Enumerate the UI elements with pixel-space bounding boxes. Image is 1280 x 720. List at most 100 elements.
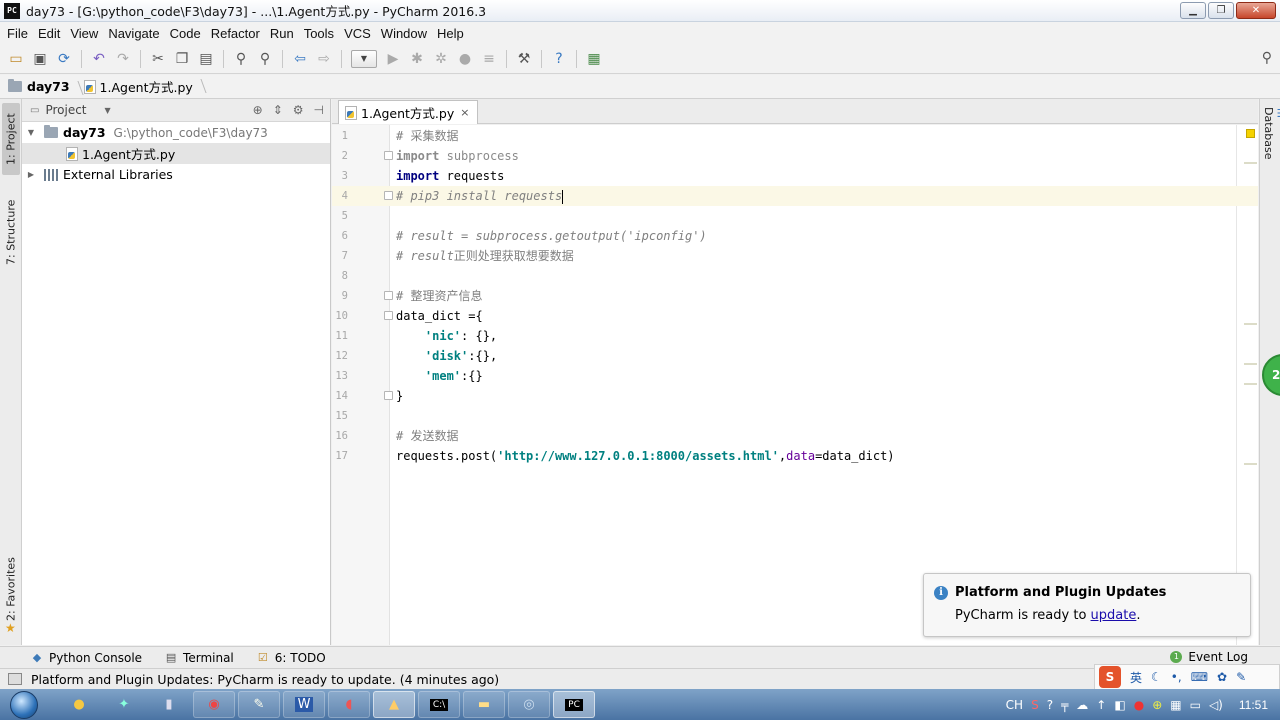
chevron-right-icon[interactable]: ▶	[24, 170, 38, 179]
ime-mode[interactable]: 英	[1130, 669, 1142, 686]
redo-icon[interactable]: ↷	[113, 49, 133, 69]
forward-icon[interactable]: ⇨	[314, 49, 334, 69]
breadcrumb-file[interactable]: 1.Agent方式.py	[83, 77, 207, 96]
search-everywhere-icon[interactable]: ⚲	[1262, 50, 1272, 66]
skin-icon[interactable]: ✿	[1217, 670, 1227, 684]
tab-agent-file[interactable]: 1.Agent方式.py ×	[338, 100, 479, 124]
tab-event-log[interactable]: 1 Event Log	[1170, 650, 1248, 664]
error-stripe-marker[interactable]	[1244, 383, 1257, 385]
copy-icon[interactable]: ❐	[172, 49, 192, 69]
start-button[interactable]	[0, 689, 48, 720]
tab-todo[interactable]: ☑ 6: TODO	[250, 651, 332, 665]
taskbar-app[interactable]: ◖	[328, 691, 370, 718]
tab-project[interactable]: 1: Project	[2, 103, 20, 175]
error-stripe-marker[interactable]	[1244, 323, 1257, 325]
fold-marker[interactable]	[384, 191, 393, 200]
volume-icon[interactable]: ◁)	[1209, 698, 1223, 712]
collapse-icon[interactable]: ⇕	[273, 103, 283, 117]
breadcrumb-project[interactable]: day73	[8, 79, 84, 94]
undo-icon[interactable]: ↶	[89, 49, 109, 69]
network-icon[interactable]: ▦	[1170, 698, 1181, 712]
keyboard-icon[interactable]: ⌨	[1191, 670, 1208, 684]
tree-file[interactable]: 1.Agent方式.py	[22, 143, 330, 164]
tab-structure[interactable]: 7: Structure	[2, 191, 20, 273]
back-icon[interactable]: ⇦	[290, 49, 310, 69]
help-tray-icon[interactable]: ?	[1047, 698, 1053, 712]
taskbar-notepad[interactable]: ✎	[238, 691, 280, 718]
error-stripe-marker[interactable]	[1244, 162, 1257, 164]
open-folder-icon[interactable]: ▭	[6, 49, 26, 69]
tasks-icon[interactable]: ≡	[479, 49, 499, 69]
run-icon[interactable]: ▶	[383, 49, 403, 69]
update-notification[interactable]: i Platform and Plugin Updates PyCharm is…	[923, 573, 1251, 637]
menu-vcs[interactable]: VCS	[339, 26, 376, 41]
help-icon[interactable]: ?	[549, 49, 569, 69]
replace-icon[interactable]: ⚲	[255, 49, 275, 69]
clock[interactable]: 11:51	[1239, 698, 1268, 712]
tab-database[interactable]: ☰ Database	[1262, 107, 1280, 160]
gear-icon[interactable]: ⚙	[293, 103, 304, 117]
taskbar-app[interactable]: ▮	[148, 691, 190, 718]
taskbar-app[interactable]: ◎	[508, 691, 550, 718]
coverage-icon[interactable]: ✲	[431, 49, 451, 69]
error-stripe-marker[interactable]	[1244, 363, 1257, 365]
chevron-down-icon[interactable]: ▼	[24, 128, 38, 137]
tab-favorites[interactable]: 2: Favorites	[2, 549, 20, 629]
project-panel-title[interactable]: Project	[45, 103, 86, 117]
moon-icon[interactable]: ☾	[1151, 670, 1162, 684]
menu-file[interactable]: File	[2, 26, 33, 41]
tab-python-console[interactable]: ◆ Python Console	[24, 651, 148, 665]
inspection-warning-icon[interactable]	[1246, 129, 1255, 138]
tab-terminal[interactable]: ▤ Terminal	[158, 651, 240, 665]
sogou-ime-logo[interactable]: S	[1099, 666, 1121, 688]
taskbar-word[interactable]: W	[283, 691, 325, 718]
status-message[interactable]: Platform and Plugin Updates: PyCharm is …	[31, 672, 499, 687]
taskbar-explorer[interactable]: ▬	[463, 691, 505, 718]
tray-app-icon[interactable]: ◧	[1114, 698, 1125, 712]
cut-icon[interactable]: ✂	[148, 49, 168, 69]
fold-marker[interactable]	[384, 391, 393, 400]
menu-edit[interactable]: Edit	[33, 26, 65, 41]
paste-icon[interactable]: ▤	[196, 49, 216, 69]
error-stripe-marker[interactable]	[1244, 463, 1257, 465]
locate-icon[interactable]: ⊕	[253, 103, 263, 117]
status-toggle-icon[interactable]	[8, 673, 22, 685]
arrow-up-icon[interactable]: ↑	[1096, 698, 1106, 712]
fold-marker[interactable]	[384, 151, 393, 160]
sync-icon[interactable]: ⟳	[54, 49, 74, 69]
settings-wrench-icon[interactable]: ⚒	[514, 49, 534, 69]
weather-icon[interactable]: ☁	[1076, 698, 1088, 712]
view-dropdown-icon[interactable]: ▼	[105, 106, 111, 115]
taskbar-chrome[interactable]: ◉	[193, 691, 235, 718]
menu-window[interactable]: Window	[376, 26, 432, 41]
menu-refactor[interactable]: Refactor	[206, 26, 265, 41]
taskbar-app[interactable]: ●	[58, 691, 100, 718]
fold-marker[interactable]	[384, 311, 393, 320]
tree-libs[interactable]: ▶ External Libraries	[22, 164, 330, 185]
taskbar-pycharm[interactable]: PC	[553, 691, 595, 718]
close-button[interactable]: ✕	[1236, 2, 1276, 19]
find-icon[interactable]: ⚲	[231, 49, 251, 69]
minimize-button[interactable]: ▁	[1180, 2, 1206, 19]
fold-marker[interactable]	[384, 291, 393, 300]
menu-view[interactable]: View	[65, 26, 103, 41]
taskbar-app[interactable]: ✦	[103, 691, 145, 718]
punctuation-icon[interactable]: •,	[1171, 670, 1182, 684]
run-config-dropdown[interactable]: ▼	[351, 49, 377, 68]
vcs-icon[interactable]: ▦	[584, 49, 604, 69]
pin-icon[interactable]: ╤	[1061, 698, 1068, 712]
sogou-tray-icon[interactable]: S	[1031, 698, 1039, 712]
code-editor[interactable]: 1 # 采集数据 2 import subprocess 3 import re…	[332, 125, 1258, 645]
language-indicator[interactable]: CH	[1006, 698, 1023, 712]
taskbar-app[interactable]: ▲	[373, 691, 415, 718]
stop-icon[interactable]: ●	[455, 49, 475, 69]
tools-icon[interactable]: ✎	[1236, 670, 1246, 684]
debug-icon[interactable]: ✱	[407, 49, 427, 69]
hide-panel-icon[interactable]: ⊣	[314, 103, 324, 117]
save-all-icon[interactable]: ▣	[30, 49, 50, 69]
menu-tools[interactable]: Tools	[299, 26, 339, 41]
display-icon[interactable]: ▭	[1190, 698, 1201, 712]
menu-navigate[interactable]: Navigate	[103, 26, 164, 41]
tree-root[interactable]: ▼ day73 G:\python_code\F3\day73	[22, 122, 330, 143]
taskbar-cmd[interactable]: C:\	[418, 691, 460, 718]
